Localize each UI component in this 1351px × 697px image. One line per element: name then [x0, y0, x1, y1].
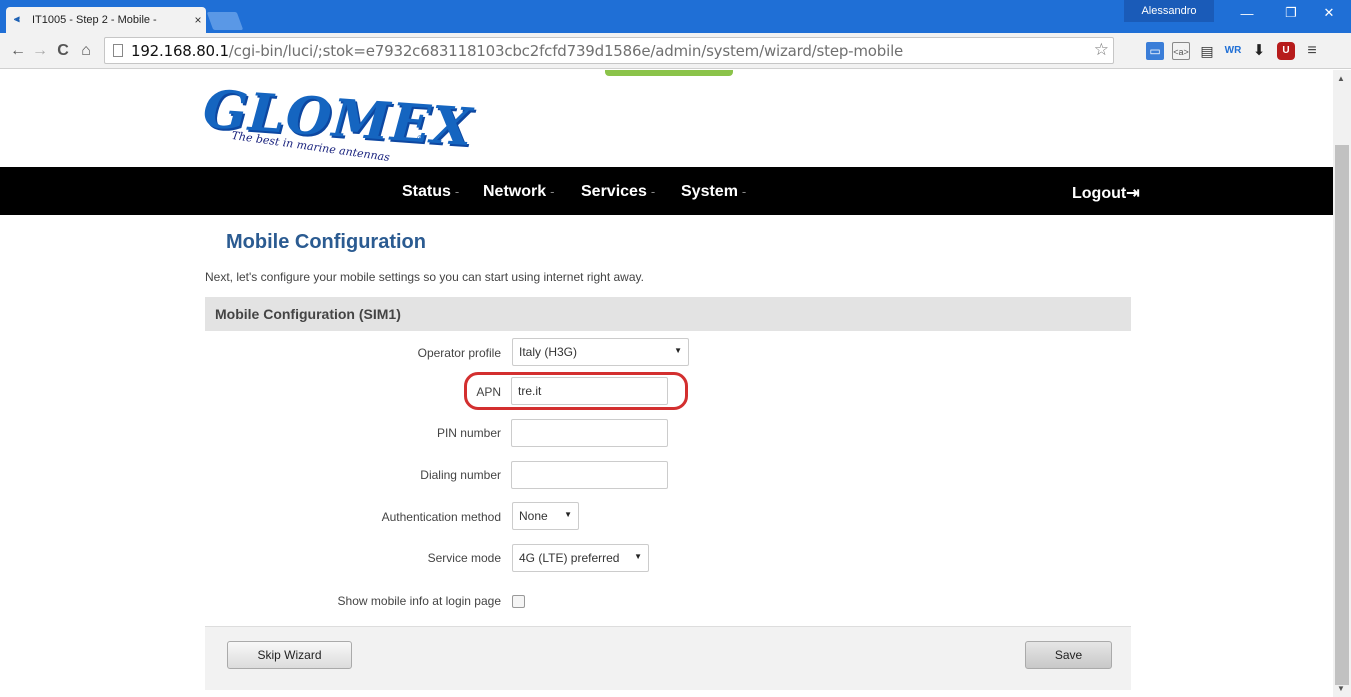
chevron-down-icon: ▼ — [674, 346, 682, 355]
operator-profile-select[interactable]: Italy (H3G) ▼ — [512, 338, 689, 366]
skip-wizard-button[interactable]: Skip Wizard — [227, 641, 352, 669]
intro-text: Next, let's configure your mobile settin… — [205, 270, 644, 284]
menu-network-label: Network — [483, 183, 547, 200]
menu-status[interactable]: Status - — [402, 183, 459, 201]
glomex-logo: GLOMEX The best in marine antennas ® — [201, 79, 474, 164]
show-info-checkbox[interactable] — [512, 595, 525, 608]
menu-system-label: System — [681, 183, 738, 200]
new-tab-button[interactable] — [206, 12, 244, 30]
pin-number-input[interactable] — [511, 419, 668, 447]
menu-services-caret: - — [650, 184, 656, 199]
scroll-up-icon[interactable]: ▲ — [1337, 74, 1345, 83]
profile-user-badge[interactable]: Alessandro — [1124, 0, 1214, 22]
show-info-label: Show mobile info at login page — [337, 594, 501, 608]
menu-network-caret: - — [550, 184, 555, 199]
browser-tab[interactable]: ⫷ IT1005 - Step 2 - Mobile - × — [6, 7, 206, 33]
close-window-icon[interactable]: ✕ — [1307, 0, 1351, 26]
dialing-number-label: Dialing number — [420, 468, 501, 482]
apn-label: APN — [476, 385, 501, 399]
site-favicon-icon: ⫷ — [14, 14, 20, 25]
browser-window: ⫷ IT1005 - Step 2 - Mobile - × Alessandr… — [0, 0, 1351, 697]
page-icon — [113, 44, 123, 57]
logo-registered-mark: ® — [417, 134, 425, 145]
back-icon[interactable]: ← — [8, 41, 28, 61]
chevron-down-icon: ▼ — [564, 510, 572, 519]
service-mode-select[interactable]: 4G (LTE) preferred ▼ — [512, 544, 649, 572]
menu-system[interactable]: System - — [681, 183, 746, 201]
main-menu: Status - Network - Services - System - Logou… — [0, 167, 1333, 215]
menu-network[interactable]: Network - — [483, 183, 554, 201]
menu-status-label: Status — [402, 183, 451, 200]
download-icon[interactable]: ⬇ — [1250, 42, 1268, 60]
pin-number-label: PIN number — [436, 426, 501, 440]
url-text: 192.168.80.1/cgi-bin/luci/;stok=e7932c68… — [131, 42, 903, 60]
dialing-number-input[interactable] — [511, 461, 668, 489]
logout-label: Logout — [1072, 185, 1127, 202]
extension-anchor-icon[interactable]: <a> — [1172, 42, 1190, 60]
auth-method-label: Authentication method — [381, 510, 501, 524]
apn-input[interactable]: tre.it — [511, 377, 668, 405]
menu-system-caret: - — [741, 184, 747, 199]
menu-services-label: Services — [581, 183, 647, 200]
url-host: 192.168.80.1 — [131, 41, 229, 60]
menu-services[interactable]: Services - — [581, 183, 655, 201]
extension-wr-icon[interactable]: WR — [1224, 42, 1242, 60]
section-header: Mobile Configuration (SIM1) — [205, 297, 1131, 331]
operator-profile-value: Italy (H3G) — [519, 345, 578, 359]
tab-close-icon[interactable]: × — [190, 13, 206, 27]
ublock-shield-icon[interactable]: U — [1277, 42, 1295, 60]
logout-icon: ⇥ — [1126, 185, 1140, 202]
menu-status-caret: - — [454, 184, 460, 199]
page-viewport: GLOMEX The best in marine antennas ® Sta… — [0, 70, 1333, 697]
extension-cast-icon[interactable]: ▭ — [1146, 42, 1164, 60]
vertical-scrollbar[interactable]: ▲ ▼ — [1333, 70, 1351, 697]
logout-link[interactable]: Logout⇥ — [1072, 183, 1140, 203]
top-green-tab — [605, 70, 733, 76]
auth-method-select[interactable]: None ▼ — [512, 502, 579, 530]
page-title: Mobile Configuration — [226, 231, 426, 253]
scroll-down-icon[interactable]: ▼ — [1337, 684, 1345, 693]
browser-menu-icon[interactable]: ≡ — [1303, 42, 1321, 60]
extension-reader-icon[interactable]: ▤ — [1198, 42, 1216, 60]
tab-title: IT1005 - Step 2 - Mobile - — [32, 14, 157, 26]
operator-profile-label: Operator profile — [417, 346, 501, 360]
service-mode-value: 4G (LTE) preferred — [519, 551, 620, 565]
title-bar: ⫷ IT1005 - Step 2 - Mobile - × Alessandr… — [0, 0, 1351, 33]
bookmark-star-icon[interactable]: ☆ — [1094, 40, 1109, 60]
reload-icon[interactable]: C — [53, 41, 73, 61]
address-bar[interactable]: 192.168.80.1/cgi-bin/luci/;stok=e7932c68… — [104, 37, 1114, 64]
forward-icon[interactable]: → — [30, 41, 50, 61]
url-path: /cgi-bin/luci/;stok=e7932c683118103cbc2f… — [228, 41, 904, 60]
minimize-icon[interactable]: — — [1225, 0, 1269, 26]
save-button[interactable]: Save — [1025, 641, 1112, 669]
home-icon[interactable]: ⌂ — [76, 41, 96, 61]
auth-method-value: None — [519, 509, 548, 523]
chevron-down-icon: ▼ — [634, 552, 642, 561]
browser-toolbar: ← → C ⌂ 192.168.80.1/cgi-bin/luci/;stok=… — [0, 33, 1351, 69]
scroll-thumb[interactable] — [1335, 145, 1349, 685]
service-mode-label: Service mode — [427, 551, 501, 565]
